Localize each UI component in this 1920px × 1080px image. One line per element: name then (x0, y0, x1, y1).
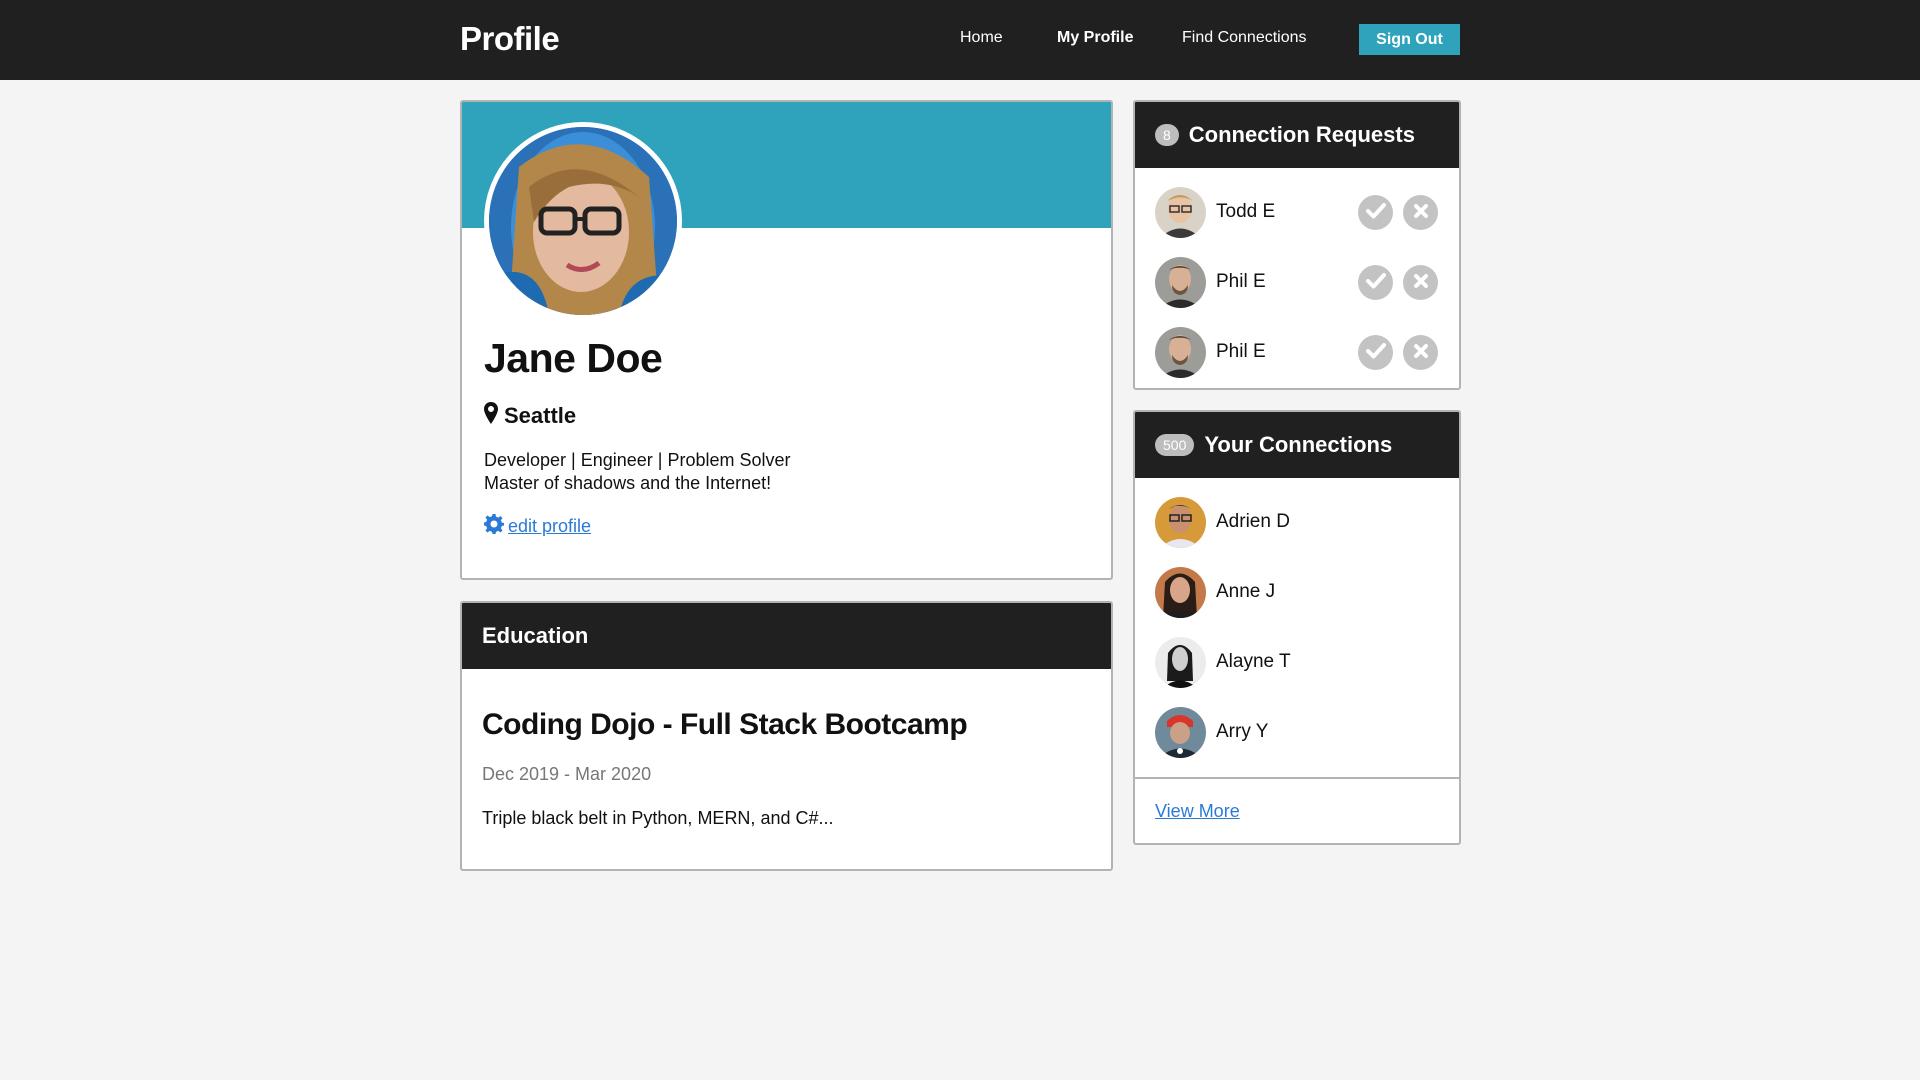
gear-icon (484, 514, 504, 539)
accept-request-button[interactable] (1358, 195, 1393, 230)
x-circle-icon (1413, 343, 1429, 362)
your-connections-title: Your Connections (1204, 432, 1393, 457)
decline-request-button[interactable] (1403, 265, 1438, 300)
education-dates: Dec 2019 - Mar 2020 (482, 764, 652, 784)
request-item: Phil E (1155, 327, 1445, 379)
avatar (1155, 327, 1206, 378)
profile-avatar (484, 122, 682, 320)
profile-bio: Developer | Engineer | Problem Solver Ma… (484, 449, 791, 495)
education-header: Education (462, 603, 1111, 669)
accept-request-button[interactable] (1358, 265, 1393, 300)
connection-item[interactable]: Adrien D (1155, 497, 1445, 549)
connection-item[interactable]: Arry Y (1155, 707, 1445, 759)
nav-find-connections[interactable]: Find Connections (1182, 29, 1307, 47)
bio-line-1: Developer | Engineer | Problem Solver (484, 450, 791, 470)
requests-count-badge: 8 (1155, 124, 1179, 146)
decline-request-button[interactable] (1403, 195, 1438, 230)
view-more-link[interactable]: View More (1155, 801, 1240, 822)
connection-name: Adrien D (1216, 511, 1290, 532)
connection-item[interactable]: Alayne T (1155, 637, 1445, 689)
divider (1135, 777, 1459, 779)
location-text: Seattle (504, 403, 577, 428)
avatar (1155, 567, 1206, 618)
connection-requests-header: 8 Connection Requests (1135, 102, 1459, 168)
edit-profile-link[interactable]: edit profile (484, 514, 591, 539)
education-card: Education Coding Dojo - Full Stack Bootc… (460, 601, 1113, 871)
check-circle-icon (1365, 203, 1386, 222)
profile-location: Seattle (484, 402, 576, 430)
request-name: Todd E (1216, 201, 1276, 222)
profile-name: Jane Doe (484, 335, 663, 381)
your-connections-header: 500 Your Connections (1135, 412, 1459, 478)
top-navbar: Profile Home My Profile Find Connections… (0, 0, 1920, 80)
accept-request-button[interactable] (1358, 335, 1393, 370)
connection-name: Anne J (1216, 581, 1276, 602)
education-description: Triple black belt in Python, MERN, and C… (482, 808, 834, 828)
bio-line-2: Master of shadows and the Internet! (484, 473, 772, 493)
avatar (1155, 257, 1206, 308)
profile-card: Jane Doe Seattle Developer | Engineer | … (460, 100, 1113, 580)
brand-title[interactable]: Profile (460, 20, 560, 58)
edit-profile-label: edit profile (508, 516, 592, 536)
education-school: Coding Dojo - Full Stack Bootcamp (482, 708, 968, 741)
avatar (1155, 497, 1206, 548)
sign-out-button[interactable]: Sign Out (1359, 24, 1460, 55)
your-connections-card: 500 Your Connections Adrien D Anne J Ala… (1133, 410, 1461, 845)
avatar (1155, 187, 1206, 238)
request-name: Phil E (1216, 271, 1266, 292)
nav-my-profile[interactable]: My Profile (1057, 29, 1133, 47)
connection-name: Alayne T (1216, 651, 1291, 672)
request-name: Phil E (1216, 341, 1266, 362)
connections-count-badge: 500 (1155, 434, 1195, 456)
check-circle-icon (1365, 343, 1386, 362)
avatar (1155, 707, 1206, 758)
request-item: Todd E (1155, 187, 1445, 239)
avatar (1155, 637, 1206, 688)
check-circle-icon (1365, 273, 1386, 292)
connection-item[interactable]: Anne J (1155, 567, 1445, 619)
request-item: Phil E (1155, 257, 1445, 309)
x-circle-icon (1413, 273, 1429, 292)
x-circle-icon (1413, 203, 1429, 222)
connection-name: Arry Y (1216, 721, 1269, 742)
connection-requests-title: Connection Requests (1188, 122, 1415, 147)
connection-requests-card: 8 Connection Requests Todd E Phil E Phil… (1133, 100, 1461, 390)
education-heading: Education (482, 623, 589, 648)
map-marker-icon (484, 402, 498, 430)
decline-request-button[interactable] (1403, 335, 1438, 370)
nav-home[interactable]: Home (960, 29, 1003, 47)
